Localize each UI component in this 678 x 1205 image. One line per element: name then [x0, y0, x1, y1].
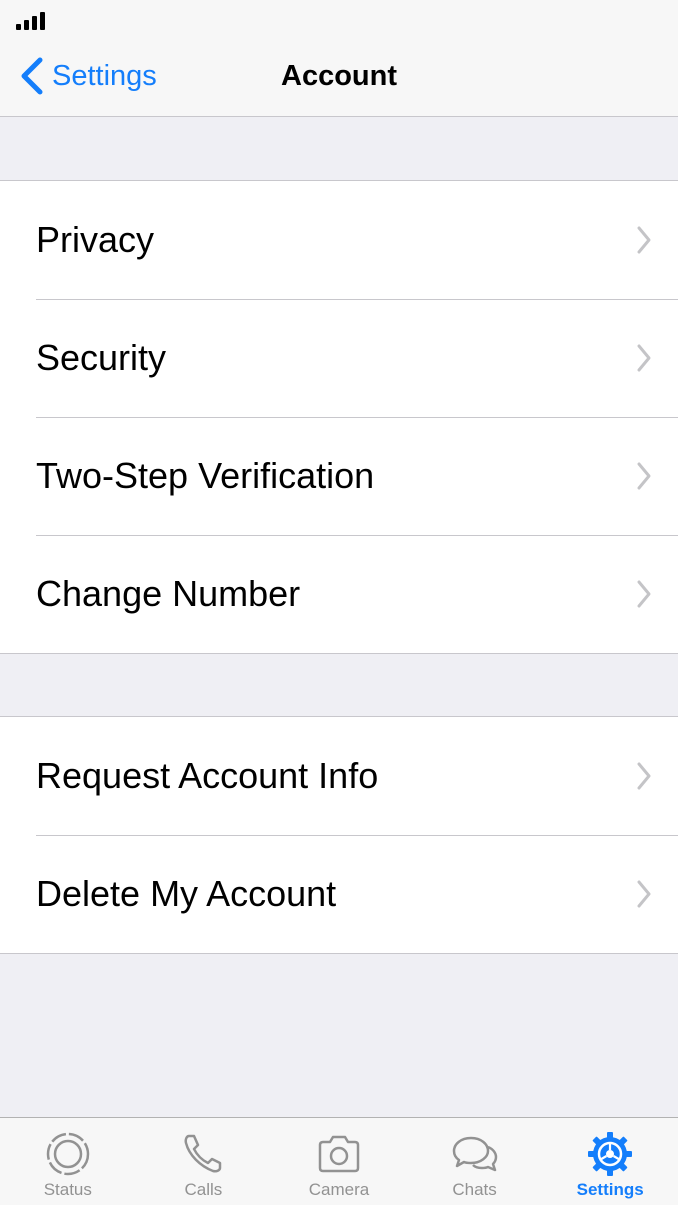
row-security[interactable]: Security: [0, 299, 678, 417]
status-icon: [46, 1132, 90, 1176]
tab-bar: Status Calls Camera Chats Settings: [0, 1117, 678, 1205]
tab-label: Camera: [308, 1180, 370, 1199]
row-privacy[interactable]: Privacy: [0, 181, 678, 299]
navigation-bar: Account Settings: [0, 36, 678, 117]
chat-bubbles-icon: [452, 1136, 497, 1172]
chevron-left-icon: [21, 57, 43, 95]
account-options-group: Privacy Security Two-Step Verification C…: [0, 180, 678, 654]
row-delete-my-account[interactable]: Delete My Account: [0, 835, 678, 953]
chevron-right-icon: [637, 344, 651, 372]
row-two-step-verification[interactable]: Two-Step Verification: [0, 417, 678, 535]
tab-label: Settings: [576, 1180, 644, 1199]
chevron-right-icon: [637, 580, 651, 608]
row-label: Delete My Account: [36, 873, 337, 914]
tab-label: Calls: [184, 1180, 223, 1199]
tab-label: Chats: [452, 1180, 497, 1199]
chevron-right-icon: [637, 880, 651, 908]
chevron-right-icon: [637, 462, 651, 490]
row-change-number[interactable]: Change Number: [0, 535, 678, 653]
row-request-account-info[interactable]: Request Account Info: [0, 717, 678, 835]
phone-icon: [184, 1134, 222, 1173]
tab-camera[interactable]: Camera: [271, 1118, 407, 1205]
camera-icon: [318, 1135, 360, 1173]
tab-label: Status: [43, 1180, 92, 1199]
row-label: Two-Step Verification: [36, 455, 375, 496]
tab-chats[interactable]: Chats: [407, 1118, 543, 1205]
back-button-label: Settings: [52, 60, 157, 92]
signal-strength-icon: [16, 12, 45, 30]
account-settings-screen: Account Settings Privacy Security Two-St…: [0, 0, 678, 1205]
row-label: Security: [36, 337, 167, 378]
row-label: Change Number: [36, 573, 301, 614]
tab-status[interactable]: Status: [0, 1118, 136, 1205]
status-bar: [0, 0, 678, 36]
back-button[interactable]: Settings: [18, 54, 157, 98]
chevron-right-icon: [637, 762, 651, 790]
row-label: Request Account Info: [36, 755, 379, 796]
chevron-right-icon: [637, 226, 651, 254]
tab-settings[interactable]: Settings: [542, 1118, 678, 1205]
tab-calls[interactable]: Calls: [136, 1118, 272, 1205]
account-data-group: Request Account Info Delete My Account: [0, 716, 678, 954]
row-label: Privacy: [36, 219, 155, 260]
gear-icon: [588, 1132, 633, 1176]
